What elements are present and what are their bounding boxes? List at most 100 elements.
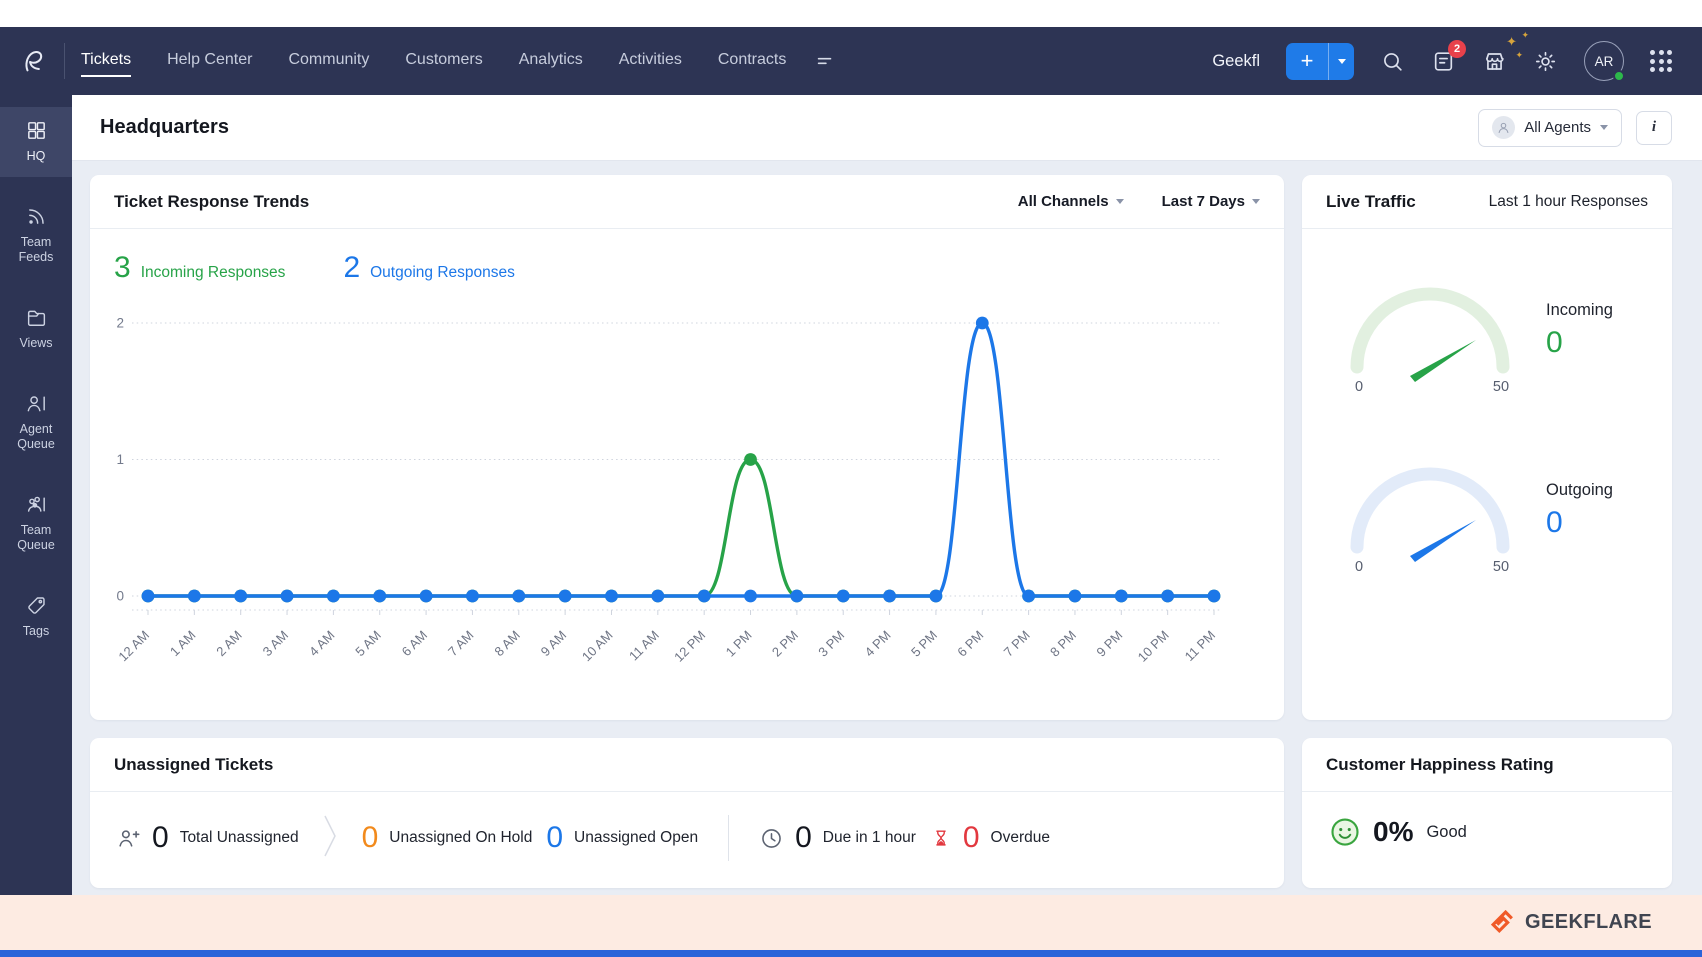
sidebar-item-label: HQ bbox=[26, 149, 46, 163]
add-button[interactable]: + bbox=[1286, 43, 1328, 80]
geekflare-mark-icon bbox=[1491, 910, 1513, 934]
gauge-label: Outgoing bbox=[1546, 480, 1613, 499]
portal-name: Geekfl bbox=[1212, 51, 1260, 70]
vertical-divider bbox=[728, 815, 730, 861]
svg-text:6 PM: 6 PM bbox=[954, 628, 986, 660]
date-range-label: Last 7 Days bbox=[1161, 193, 1245, 210]
svg-text:7 PM: 7 PM bbox=[1001, 628, 1033, 660]
stat-due-in-1-hour[interactable]: 0 Due in 1 hour bbox=[759, 823, 916, 853]
nav-item-tickets[interactable]: Tickets bbox=[81, 51, 132, 77]
stat-unassigned-on-hold[interactable]: 0 Unassigned On Hold bbox=[362, 823, 533, 853]
top-white-strip bbox=[0, 0, 1702, 27]
chevron-down-icon bbox=[1252, 199, 1260, 204]
stat-label: Due in 1 hour bbox=[822, 829, 916, 846]
chevron-separator-icon bbox=[323, 813, 338, 864]
main-area: Headquarters All Agents i Ticket Respons… bbox=[72, 95, 1702, 895]
sidebar-item-views[interactable]: Views bbox=[0, 294, 72, 364]
notifications-button[interactable]: 2 bbox=[1431, 39, 1466, 74]
gauge-needle bbox=[1410, 340, 1476, 382]
gauge-needle bbox=[1410, 520, 1476, 562]
user-avatar[interactable]: AR bbox=[1584, 41, 1625, 82]
svg-text:1: 1 bbox=[116, 452, 124, 467]
sidebar-item-team-feeds[interactable]: Team Feeds bbox=[0, 193, 72, 278]
gauge-label: Incoming bbox=[1546, 300, 1613, 319]
svg-text:3 AM: 3 AM bbox=[260, 628, 292, 660]
nav-item-activities[interactable]: Activities bbox=[619, 51, 682, 77]
search-button[interactable] bbox=[1380, 49, 1405, 74]
svg-text:11 AM: 11 AM bbox=[626, 628, 662, 664]
agent-filter-button[interactable]: All Agents bbox=[1478, 108, 1622, 147]
sidebar-item-team-queue[interactable]: Team Queue bbox=[0, 481, 72, 566]
topbar: Tickets Help Center Community Customers Anal… bbox=[0, 27, 1702, 95]
svg-text:11 PM: 11 PM bbox=[1182, 628, 1218, 664]
nav-item-customers[interactable]: Customers bbox=[405, 51, 482, 77]
stat-total-unassigned[interactable]: 0 Total Unassigned bbox=[116, 823, 299, 853]
nav-item-community[interactable]: Community bbox=[288, 51, 369, 77]
sidebar-item-label: Agent Queue bbox=[17, 421, 55, 452]
clock-icon bbox=[762, 828, 781, 848]
traffic-subtitle: Last 1 hour Responses bbox=[1488, 192, 1648, 210]
app-logo-icon[interactable] bbox=[14, 41, 54, 81]
stat-label: Total Unassigned bbox=[179, 829, 299, 846]
svg-text:12 PM: 12 PM bbox=[671, 628, 708, 665]
sidebar-item-agent-queue[interactable]: Agent Queue bbox=[0, 380, 72, 465]
hourglass-icon bbox=[936, 830, 946, 846]
add-caret-button[interactable] bbox=[1328, 42, 1354, 80]
nav-item-analytics[interactable]: Analytics bbox=[519, 51, 583, 77]
sidebar-item-tags[interactable]: Tags bbox=[0, 582, 72, 652]
sidebar-item-label: Views bbox=[19, 335, 53, 350]
svg-text:9 AM: 9 AM bbox=[538, 628, 570, 660]
chevron-down-icon bbox=[1600, 125, 1608, 130]
stat-value: 0 bbox=[152, 821, 169, 854]
svg-text:5 PM: 5 PM bbox=[908, 628, 940, 660]
stat-label: Unassigned Open bbox=[574, 829, 699, 846]
legend-item[interactable]: 3 Incoming Responses bbox=[114, 253, 285, 283]
stat-overdue[interactable]: 0 Overdue bbox=[930, 823, 1050, 853]
legend-item[interactable]: 2 Outgoing Responses bbox=[343, 253, 514, 283]
settings-button[interactable] bbox=[1533, 49, 1558, 74]
channel-filter-label: All Channels bbox=[1017, 193, 1109, 210]
nav-item-contracts[interactable]: Contracts bbox=[718, 51, 786, 77]
svg-text:12 AM: 12 AM bbox=[115, 628, 152, 665]
svg-text:50: 50 bbox=[1493, 559, 1509, 575]
legend-label: Incoming Responses bbox=[140, 264, 286, 281]
svg-text:6 AM: 6 AM bbox=[399, 628, 431, 660]
search-icon bbox=[1384, 52, 1402, 71]
customer-happiness-card: Customer Happiness Rating 0% Good bbox=[1302, 738, 1672, 888]
bottom-blue-strip bbox=[0, 950, 1702, 957]
date-range-dropdown[interactable]: Last 7 Days bbox=[1162, 193, 1260, 210]
agent-filter-label: All Agents bbox=[1524, 119, 1591, 136]
sidebar-item-hq[interactable]: HQ bbox=[0, 107, 72, 177]
topbar-divider bbox=[64, 43, 65, 79]
apps-grid-button[interactable] bbox=[1650, 50, 1672, 72]
nav-item-help-center[interactable]: Help Center bbox=[167, 51, 252, 77]
stat-unassigned-open[interactable]: 0 Unassigned Open bbox=[546, 823, 698, 853]
svg-text:0: 0 bbox=[116, 589, 124, 604]
happiness-value: 0% bbox=[1373, 816, 1414, 847]
add-ticket-split-button: + bbox=[1286, 42, 1354, 80]
page-header: Headquarters All Agents i bbox=[72, 95, 1702, 161]
primary-nav: Tickets Help Center Community Customers Anal… bbox=[81, 27, 786, 95]
sparkle-icon: ✦ bbox=[1515, 49, 1523, 60]
marketplace-button[interactable]: ✦ ✦ ✦ bbox=[1482, 30, 1529, 74]
info-button[interactable]: i bbox=[1636, 110, 1672, 145]
stat-value: 0 bbox=[795, 821, 812, 854]
nav-sort-icon[interactable] bbox=[814, 50, 836, 72]
sidebar-item-label: Team Queue bbox=[17, 522, 55, 553]
channel-filter-dropdown[interactable]: All Channels bbox=[1018, 193, 1124, 210]
live-traffic-card: Live Traffic Last 1 hour Responses 0 50 In… bbox=[1302, 175, 1672, 720]
chart-legend: 3 Incoming Responses 2 Outgoing Responses bbox=[90, 229, 1284, 287]
topbar-actions: Geekfl + 2 ✦ ✦ ✦ AR bbox=[1212, 30, 1672, 82]
svg-text:7 AM: 7 AM bbox=[445, 628, 477, 660]
gauge-dial: 0 50 bbox=[1350, 287, 1510, 395]
ticket-response-trends-card: Ticket Response Trends All Channels Last… bbox=[90, 175, 1284, 720]
stat-label: Unassigned On Hold bbox=[389, 829, 533, 846]
avatar-initials: AR bbox=[1594, 53, 1614, 69]
apps-grid-icon bbox=[1650, 50, 1672, 72]
page-title: Headquarters bbox=[100, 116, 229, 138]
legend-value: 2 bbox=[343, 251, 361, 284]
sidebar-item-label: Team Feeds bbox=[18, 234, 54, 265]
happy-face-icon bbox=[1331, 818, 1359, 846]
gauge-outgoing: 0 50 Outgoing 0 bbox=[1328, 443, 1642, 575]
gauge-value: 0 bbox=[1546, 505, 1563, 539]
